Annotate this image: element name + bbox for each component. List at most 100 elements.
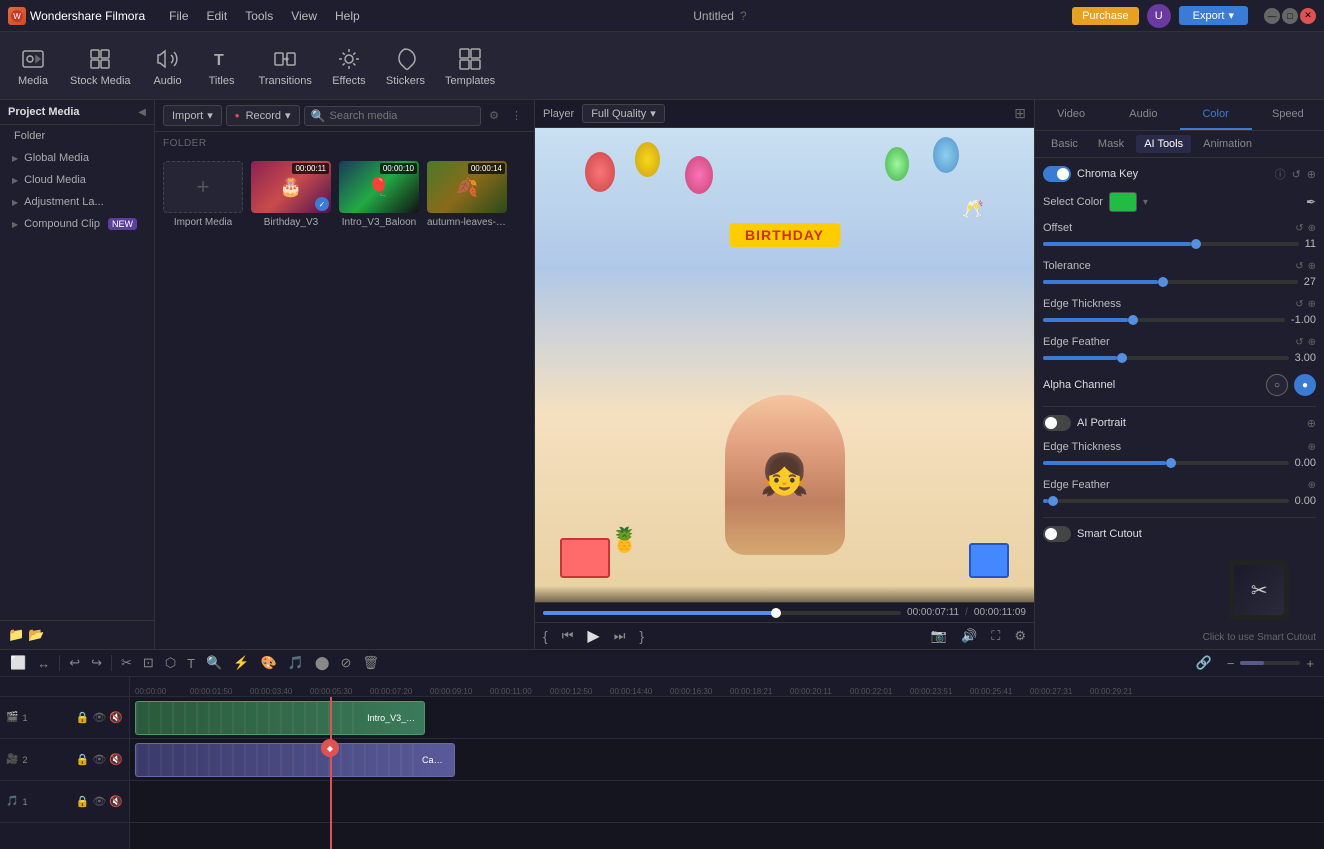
color-dropdown-icon[interactable]: ▾ (1143, 197, 1148, 208)
timeline-zoom-slider[interactable] (1240, 661, 1300, 665)
ai-edge-feather-more-icon[interactable]: ⊕ (1308, 480, 1316, 491)
color-swatch[interactable] (1109, 192, 1137, 212)
timeline-select-tool[interactable]: ⬜ (6, 653, 30, 673)
import-media-item[interactable]: + Import Media (163, 161, 243, 228)
edge-thickness-more-icon[interactable]: ⊕ (1308, 299, 1316, 310)
filter-icon[interactable]: ⚙ (485, 107, 503, 124)
toolbar-stickers[interactable]: Stickers (378, 39, 433, 93)
edge-feather-reset-icon[interactable]: ↺ (1295, 337, 1303, 348)
edge-thickness-slider-thumb[interactable] (1128, 315, 1138, 325)
ai-edge-thickness-slider-track[interactable] (1043, 461, 1289, 465)
subtab-animation[interactable]: Animation (1195, 135, 1260, 153)
timeline-color-tool[interactable]: 🎨 (257, 653, 281, 673)
toolbar-transitions[interactable]: Transitions (251, 39, 320, 93)
play-button[interactable]: ▶ (587, 626, 599, 646)
media-item-leaves[interactable]: 🍂 00:00:14 autumn-leaves-92681 (427, 161, 507, 228)
fullscreen-btn[interactable]: ⛶ (991, 628, 1000, 644)
maximize-button[interactable]: □ (1282, 8, 1298, 24)
media-search-bar[interactable]: 🔍 (304, 106, 482, 126)
tolerance-slider-thumb[interactable] (1158, 277, 1168, 287)
edge-feather-slider-track[interactable] (1043, 356, 1289, 360)
sidebar-item-global-media[interactable]: ▶ Global Media (0, 147, 154, 169)
chroma-key-more-icon[interactable]: ⊕ (1307, 168, 1316, 181)
ai-edge-thickness-slider-thumb[interactable] (1166, 458, 1176, 468)
timeline-zoom-out-button[interactable]: − (1223, 654, 1239, 673)
skip-back-icon[interactable]: ⏮ (562, 628, 574, 644)
subtab-ai-tools[interactable]: AI Tools (1136, 135, 1191, 153)
toolbar-media[interactable]: Media (8, 39, 58, 93)
chroma-key-toggle[interactable] (1043, 166, 1071, 182)
toolbar-templates[interactable]: Templates (437, 39, 503, 93)
skip-forward-icon[interactable]: ⏭ (614, 628, 626, 644)
subtab-basic[interactable]: Basic (1043, 135, 1086, 153)
timeline-transform-tool[interactable]: ⬡ (161, 653, 180, 673)
quality-selector[interactable]: Full Quality ▾ (582, 104, 665, 123)
timeline-split-tool[interactable]: ⊘ (336, 653, 355, 673)
track-v2-lock[interactable]: 🔒 (76, 753, 90, 766)
purchase-button[interactable]: Purchase (1072, 7, 1138, 25)
menu-help[interactable]: Help (327, 7, 368, 25)
track-lane-v1[interactable]: Intro_V3_Baloon (130, 697, 1324, 739)
ai-portrait-toggle[interactable] (1043, 415, 1071, 431)
fullscreen-icon[interactable]: ⊞ (1014, 105, 1026, 122)
track-lane-a1[interactable] (130, 781, 1324, 823)
edge-feather-slider-thumb[interactable] (1117, 353, 1127, 363)
close-button[interactable]: ✕ (1300, 8, 1316, 24)
offset-slider-thumb[interactable] (1191, 239, 1201, 249)
sidebar-item-folder[interactable]: Folder (0, 125, 154, 147)
tolerance-slider-track[interactable] (1043, 280, 1298, 284)
ai-edge-feather-slider-thumb[interactable] (1048, 496, 1058, 506)
clip-camo[interactable]: Camo... (135, 743, 455, 777)
export-button[interactable]: Export ▾ (1179, 6, 1248, 25)
tab-speed[interactable]: Speed (1252, 100, 1324, 130)
timeline-cut-tool[interactable]: ✂ (117, 653, 136, 673)
tab-color[interactable]: Color (1180, 100, 1252, 130)
media-item-intro[interactable]: 🎈 00:00:10 Intro_V3_Baloon (339, 161, 419, 228)
timeline-speed-tool[interactable]: ⚡ (229, 653, 253, 673)
left-panel-collapse[interactable]: ◀ (138, 107, 146, 118)
offset-more-icon[interactable]: ⊕ (1308, 223, 1316, 234)
sidebar-item-cloud-media[interactable]: ▶ Cloud Media (0, 169, 154, 191)
timeline-zoom-in-button[interactable]: + (1302, 654, 1318, 673)
mark-in-icon[interactable]: { (543, 628, 548, 644)
tab-video[interactable]: Video (1035, 100, 1107, 130)
import-button[interactable]: 📂 (28, 627, 44, 643)
timeline-audio-tool[interactable]: 🎵 (284, 653, 308, 673)
chroma-key-reset-icon[interactable]: ↺ (1292, 168, 1301, 181)
media-item-birthday[interactable]: 🎂 00:00:11 ✓ Birthday_V3 (251, 161, 331, 228)
track-v2-hide[interactable]: 👁 (92, 753, 106, 766)
track-v1-lock[interactable]: 🔒 (76, 711, 90, 724)
track-a1-mute[interactable]: 🔇 (109, 795, 123, 808)
menu-file[interactable]: File (161, 7, 196, 25)
toolbar-effects[interactable]: Effects (324, 39, 374, 93)
track-v1-mute[interactable]: 🔇 (109, 711, 123, 724)
import-media-thumb[interactable]: + (163, 161, 243, 213)
timeline-undo-button[interactable]: ↩ (65, 653, 84, 673)
timeline-redo-button[interactable]: ↪ (87, 653, 106, 673)
track-lane-v2[interactable]: Camo... (130, 739, 1324, 781)
alpha-channel-off-button[interactable]: ○ (1266, 374, 1288, 396)
track-a1-hide[interactable]: 👁 (92, 795, 106, 808)
offset-reset-icon[interactable]: ↺ (1295, 223, 1303, 234)
ai-edge-feather-slider-track[interactable] (1043, 499, 1289, 503)
track-v2-mute[interactable]: 🔇 (109, 753, 123, 766)
track-a1-lock[interactable]: 🔒 (76, 795, 90, 808)
more-options-icon[interactable]: ⋮ (507, 107, 526, 124)
ai-edge-thickness-more-icon[interactable]: ⊕ (1308, 442, 1316, 453)
timeline-scroll-area[interactable]: 00:00:00 00:00:01:50 00:00:03:40 00:00:0… (130, 677, 1324, 849)
smart-cutout-thumbnail[interactable]: ✂ (1229, 560, 1289, 620)
subtab-mask[interactable]: Mask (1090, 135, 1132, 153)
tolerance-reset-icon[interactable]: ↺ (1295, 261, 1303, 272)
search-input[interactable] (330, 110, 475, 122)
snapshot-icon[interactable]: 📷 (931, 628, 947, 644)
toolbar-stock-media[interactable]: Stock Media (62, 39, 139, 93)
edge-thickness-slider-track[interactable] (1043, 318, 1285, 322)
ai-portrait-more-icon[interactable]: ⊕ (1307, 417, 1316, 430)
menu-view[interactable]: View (283, 7, 325, 25)
menu-edit[interactable]: Edit (199, 7, 236, 25)
toolbar-audio[interactable]: Audio (143, 39, 193, 93)
mark-out-icon[interactable]: } (639, 628, 644, 644)
track-v1-hide[interactable]: 👁 (92, 711, 106, 724)
alpha-channel-on-button[interactable]: ● (1294, 374, 1316, 396)
volume-icon[interactable]: 🔊 (961, 628, 977, 644)
